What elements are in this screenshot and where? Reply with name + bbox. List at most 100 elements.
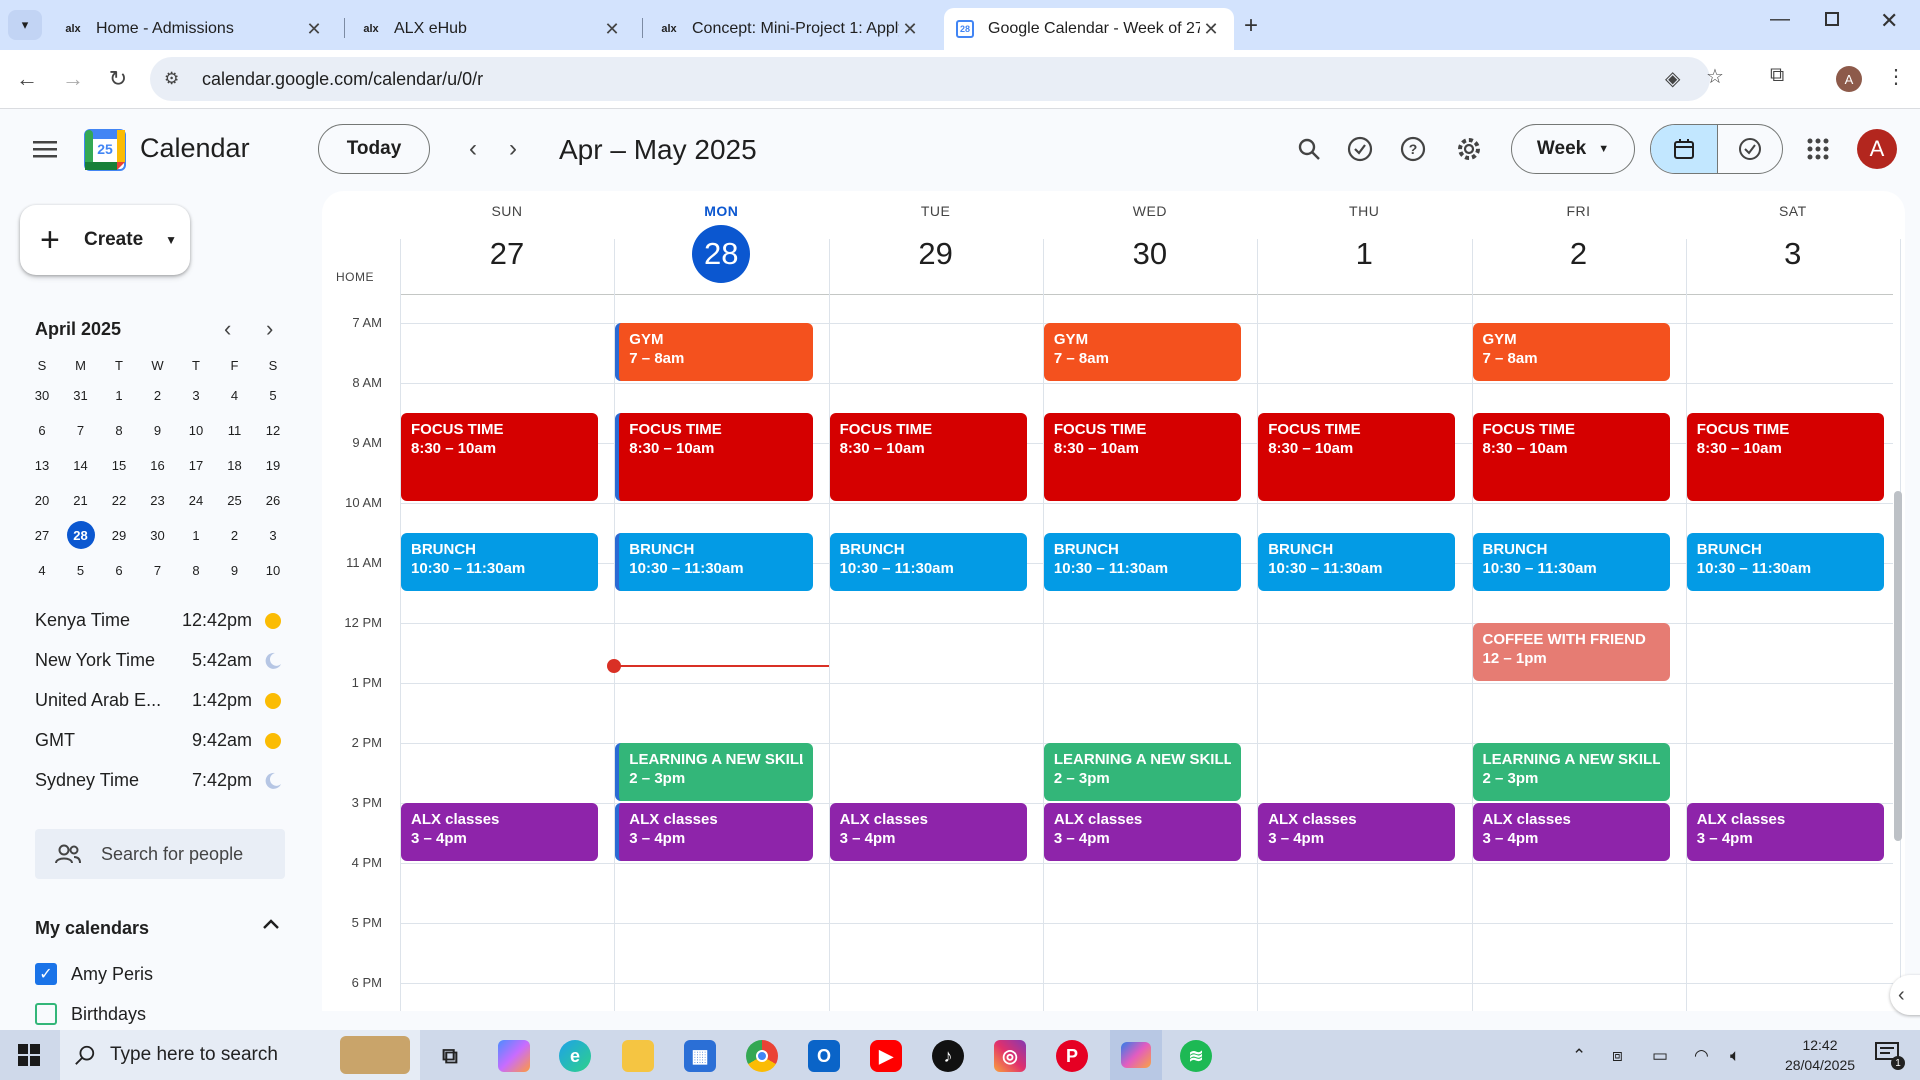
copilot-icon[interactable] — [498, 1040, 530, 1072]
settings-gear-icon[interactable] — [1449, 129, 1489, 169]
close-window-icon[interactable]: ✕ — [1880, 8, 1898, 34]
event-alx-classes[interactable]: ALX classes 3 – 4pm — [615, 803, 813, 861]
close-tab-icon[interactable]: ✕ — [899, 19, 921, 40]
calendar-view-icon[interactable] — [1651, 125, 1717, 173]
microsoft-store-icon[interactable]: ▦ — [684, 1040, 716, 1072]
event-alx-classes[interactable]: ALX classes 3 – 4pm — [1472, 803, 1670, 861]
new-tab-icon[interactable]: + — [1244, 12, 1258, 40]
mini-calendar-day[interactable]: 5 — [67, 556, 95, 584]
tab-home-admissions[interactable]: alx Home - Admissions ✕ — [52, 8, 337, 50]
day-header-mon[interactable]: MON 28 — [614, 191, 828, 283]
show-hidden-icons-icon[interactable]: ⌃ — [1572, 1046, 1586, 1066]
mini-calendar-day[interactable]: 19 — [259, 451, 287, 479]
view-selector[interactable]: Week ▼ — [1511, 124, 1635, 174]
mini-calendar-day[interactable]: 6 — [105, 556, 133, 584]
profile-avatar[interactable]: A — [1836, 66, 1862, 92]
calendar-logo-icon[interactable]: 25 — [84, 129, 126, 171]
restore-window-icon[interactable] — [1825, 12, 1839, 26]
event-alx-classes[interactable]: ALX classes 3 – 4pm — [829, 803, 1027, 861]
tasks-view-icon[interactable] — [1718, 125, 1782, 173]
event-alx-classes[interactable]: ALX classes 3 – 4pm — [401, 803, 599, 861]
search-for-people-input[interactable]: Search for people — [35, 829, 285, 879]
day-number[interactable]: 29 — [907, 225, 965, 283]
today-button[interactable]: Today — [318, 124, 430, 174]
notifications-icon[interactable]: 1 — [1875, 1042, 1905, 1070]
pinterest-icon[interactable]: P — [1056, 1040, 1088, 1072]
grid-scrollbar[interactable] — [1894, 491, 1902, 841]
tab-google-calendar[interactable]: 28 Google Calendar - Week of 27 A ✕ — [944, 8, 1234, 50]
mini-calendar-day[interactable]: 14 — [67, 451, 95, 479]
create-button[interactable]: + Create ▼ — [20, 205, 190, 275]
mini-calendar-day[interactable]: 18 — [221, 451, 249, 479]
reload-icon[interactable]: ↻ — [103, 64, 133, 94]
day-number[interactable]: 3 — [1764, 225, 1822, 283]
tab-search-icon[interactable]: ▾ — [8, 10, 42, 40]
extensions-icon[interactable]: ⧉ — [1770, 64, 1784, 87]
mini-calendar-day[interactable]: 6 — [28, 416, 56, 444]
back-icon[interactable]: ← — [12, 64, 42, 94]
mini-calendar-day[interactable]: 1 — [182, 521, 210, 549]
mini-calendar-day[interactable]: 21 — [67, 486, 95, 514]
mini-calendar-day[interactable]: 16 — [144, 451, 172, 479]
day-number[interactable]: 2 — [1550, 225, 1608, 283]
event-alx-classes[interactable]: ALX classes 3 – 4pm — [1258, 803, 1456, 861]
mini-calendar-day[interactable]: 17 — [182, 451, 210, 479]
event-alx-classes[interactable]: ALX classes 3 – 4pm — [1686, 803, 1885, 861]
checked-checkbox-icon[interactable]: ✓ — [35, 963, 57, 985]
mini-calendar-day[interactable]: 27 — [28, 521, 56, 549]
edge-icon[interactable]: e — [559, 1040, 591, 1072]
calendar-item[interactable]: Birthdays — [35, 1003, 146, 1025]
account-avatar[interactable]: A — [1857, 129, 1897, 169]
mini-calendar-day[interactable]: 15 — [105, 451, 133, 479]
day-header-sat[interactable]: SAT 3 — [1686, 191, 1900, 283]
mini-calendar-day[interactable]: 23 — [144, 486, 172, 514]
event-brunch[interactable]: BRUNCH 10:30 – 11:30am — [829, 533, 1027, 591]
event-brunch[interactable]: BRUNCH 10:30 – 11:30am — [615, 533, 813, 591]
day-number[interactable]: 28 — [692, 225, 751, 283]
mini-calendar-day[interactable]: 8 — [182, 556, 210, 584]
mini-calendar-day[interactable]: 26 — [259, 486, 287, 514]
calendar-tasks-toggle[interactable] — [1650, 124, 1783, 174]
instagram-icon[interactable]: ◎ — [994, 1040, 1026, 1072]
event-learning-a-new-skill[interactable]: LEARNING A NEW SKILL 2 – 3pm — [615, 743, 813, 801]
close-tab-icon[interactable]: ✕ — [303, 19, 325, 40]
day-header-wed[interactable]: WED 30 — [1043, 191, 1257, 283]
day-header-thu[interactable]: THU 1 — [1257, 191, 1471, 283]
taskbar-search-box[interactable]: Type here to search — [60, 1030, 420, 1080]
close-tab-icon[interactable]: ✕ — [1200, 19, 1222, 40]
day-header-sun[interactable]: SUN 27 — [400, 191, 614, 283]
event-brunch[interactable]: BRUNCH 10:30 – 11:30am — [1686, 533, 1885, 591]
tasks-check-icon[interactable] — [1340, 129, 1380, 169]
event-focus-time[interactable]: FOCUS TIME 8:30 – 10am — [1686, 413, 1885, 501]
event-focus-time[interactable]: FOCUS TIME 8:30 – 10am — [615, 413, 813, 501]
m365-icon[interactable] — [1110, 1030, 1162, 1080]
mini-calendar-day[interactable]: 30 — [28, 381, 56, 409]
previous-week-icon[interactable]: ‹ — [453, 129, 493, 169]
mini-calendar-day[interactable]: 12 — [259, 416, 287, 444]
day-header-fri[interactable]: FRI 2 — [1472, 191, 1686, 283]
mini-calendar-prev-icon[interactable]: ‹ — [224, 316, 231, 342]
next-week-icon[interactable]: › — [493, 129, 533, 169]
address-bar[interactable]: ⚙ calendar.google.com/calendar/u/0/r — [150, 57, 1710, 101]
mini-calendar-day[interactable]: 20 — [28, 486, 56, 514]
system-clock[interactable]: 12:42 28/04/2025 — [1765, 1035, 1875, 1075]
install-app-icon[interactable]: ◈ — [1665, 66, 1680, 91]
outlook-icon[interactable]: O — [808, 1040, 840, 1072]
tab-concept-mini-project[interactable]: alx Concept: Mini-Project 1: Apply ✕ — [648, 8, 933, 50]
mini-calendar-day[interactable]: 29 — [105, 521, 133, 549]
calendar-item[interactable]: ✓ Amy Peris — [35, 963, 153, 985]
mini-calendar-day[interactable]: 3 — [182, 381, 210, 409]
event-brunch[interactable]: BRUNCH 10:30 – 11:30am — [1043, 533, 1242, 591]
mini-calendar-day[interactable]: 2 — [221, 521, 249, 549]
mini-calendar-day[interactable]: 3 — [259, 521, 287, 549]
event-alx-classes[interactable]: ALX classes 3 – 4pm — [1043, 803, 1242, 861]
event-gym[interactable]: GYM 7 – 8am — [1043, 323, 1242, 381]
collapse-chevron-icon[interactable] — [262, 914, 280, 935]
event-brunch[interactable]: BRUNCH 10:30 – 11:30am — [1258, 533, 1456, 591]
mini-calendar-day[interactable]: 2 — [144, 381, 172, 409]
day-number[interactable]: 27 — [478, 225, 536, 283]
chrome-icon[interactable] — [746, 1040, 778, 1072]
event-coffee-with-friend[interactable]: COFFEE WITH FRIEND 12 – 1pm — [1472, 623, 1670, 681]
mini-calendar-day[interactable]: 4 — [221, 381, 249, 409]
bookmark-star-icon[interactable]: ☆ — [1706, 64, 1724, 89]
